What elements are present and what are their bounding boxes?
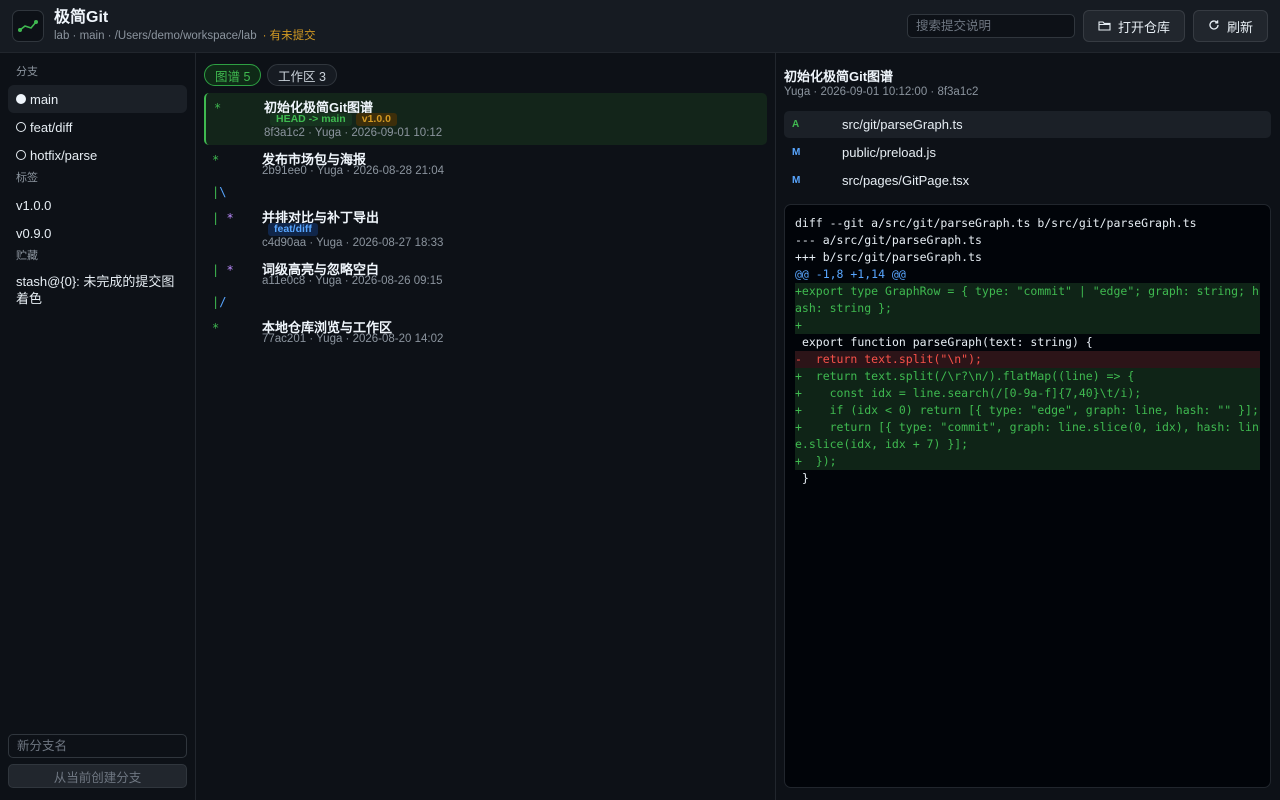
uncommitted-indicator: · 有未提交 bbox=[262, 30, 316, 42]
commit-meta: a11e0c8 · Yuga · 2026-08-26 09:15 bbox=[262, 275, 443, 287]
diff-added-line: +export type GraphRow = { type: "commit"… bbox=[795, 283, 1260, 317]
commit-graph-panel: 图谱 5 工作区 3 * 初始化极简Git图谱 HEAD -> main v1.… bbox=[196, 53, 776, 800]
diff-added-line: + return text.split(/\r?\n/).flatMap((li… bbox=[795, 368, 1260, 385]
app-title: 极简Git bbox=[54, 9, 109, 26]
branch-item-hotfix-parse[interactable]: hotfix/parse bbox=[8, 141, 187, 169]
diff-added-line: + }); bbox=[795, 453, 1260, 470]
head-ref-badge: HEAD -> main bbox=[270, 113, 352, 126]
refresh-button[interactable]: 刷新 bbox=[1192, 10, 1268, 42]
new-branch-input[interactable] bbox=[8, 734, 187, 758]
create-branch-button[interactable]: 从当前创建分支 bbox=[8, 764, 187, 788]
commit-row[interactable]: | * 词级高亮与忽略空白 a11e0c8 · Yuga · 2026-08-2… bbox=[204, 255, 767, 293]
diff-header-line: --- a/src/git/parseGraph.ts bbox=[795, 233, 982, 247]
tab-worktree[interactable]: 工作区 3 bbox=[267, 64, 337, 86]
commit-meta: 2b91ee0 · Yuga · 2026-08-28 21:04 bbox=[262, 165, 445, 177]
stash-section-label: 贮藏 bbox=[16, 250, 38, 262]
branch-item-feat-diff[interactable]: feat/diff bbox=[8, 113, 187, 141]
branch-item-main[interactable]: main bbox=[8, 85, 187, 113]
tab-graph[interactable]: 图谱 5 bbox=[204, 64, 262, 86]
file-status: M bbox=[792, 175, 801, 186]
file-path: src/git/parseGraph.ts bbox=[842, 117, 963, 132]
file-status: M bbox=[792, 147, 801, 158]
commit-row[interactable]: | * 并排对比与补丁导出 feat/diff c4d90aa · Yuga ·… bbox=[204, 203, 767, 255]
file-path: public/preload.js bbox=[842, 145, 936, 160]
detail-meta: Yuga · 2026-09-01 10:12:00 · 8f3a1c2 bbox=[784, 86, 979, 98]
refresh-label: 刷新 bbox=[1226, 19, 1253, 35]
commit-meta: 8f3a1c2 · Yuga · 2026-09-01 10:12 bbox=[264, 127, 443, 139]
branch-name: main bbox=[30, 91, 59, 107]
app-header: 极简Git lab · main · /Users/demo/workspace… bbox=[0, 0, 1280, 53]
diff-hunk-header: @@ -1,8 +1,14 @@ bbox=[795, 267, 906, 281]
folder-icon bbox=[1098, 19, 1111, 34]
diff-header-line: diff --git a/src/git/parseGraph.ts b/src… bbox=[795, 216, 1197, 230]
diff-added-line: + if (idx < 0) return [{ type: "edge", g… bbox=[795, 402, 1260, 419]
commit-detail-panel: 初始化极简Git图谱 Yuga · 2026-09-01 10:12:00 · … bbox=[776, 53, 1280, 800]
app-logo-icon bbox=[12, 10, 44, 42]
tag-name: v0.9.0 bbox=[16, 225, 52, 241]
detail-title: 初始化极简Git图谱 bbox=[784, 69, 894, 84]
file-path: src/pages/GitPage.tsx bbox=[842, 173, 970, 188]
diff-header-line: +++ b/src/git/parseGraph.ts bbox=[795, 250, 982, 264]
branch-dot-icon bbox=[16, 150, 26, 160]
diff-context-line: } bbox=[795, 471, 809, 485]
branch-name: feat/diff bbox=[30, 119, 73, 135]
commit-row[interactable]: * 发布市场包与海报 2b91ee0 · Yuga · 2026-08-28 2… bbox=[204, 145, 767, 183]
diff-added-line: + return [{ type: "commit", graph: line.… bbox=[795, 419, 1260, 453]
repo-path: lab · main · /Users/demo/workspace/lab bbox=[54, 30, 257, 42]
graph-symbol: * bbox=[212, 321, 220, 335]
diff-added-line: + bbox=[795, 317, 1260, 334]
graph-symbol: * bbox=[214, 101, 222, 115]
branch-badge: feat/diff bbox=[268, 223, 318, 236]
tags-section-label: 标签 bbox=[16, 172, 38, 184]
open-repo-button[interactable]: 打开仓库 bbox=[1082, 10, 1185, 42]
repo-context: lab · main · /Users/demo/workspace/lab · … bbox=[54, 29, 316, 43]
commit-search-input[interactable] bbox=[906, 14, 1075, 38]
tag-item-v1-0-0[interactable]: v1.0.0 bbox=[8, 191, 187, 219]
commit-meta: 77ac201 · Yuga · 2026-08-20 14:02 bbox=[262, 333, 444, 345]
changed-file-item[interactable]: M src/pages/GitPage.tsx bbox=[784, 167, 1271, 194]
branches-section-label: 分支 bbox=[16, 66, 38, 78]
diff-context-line: export function parseGraph(text: string)… bbox=[795, 335, 1093, 349]
stash-item[interactable]: stash@{0}: 未完成的提交图着色 bbox=[16, 273, 186, 307]
sidebar: 分支 main feat/diff hotfix/parse 标签 v1.0.0… bbox=[0, 53, 196, 800]
changed-file-item[interactable]: M public/preload.js bbox=[784, 139, 1271, 166]
diff-added-line: + const idx = line.search(/[0-9a-f]{7,40… bbox=[795, 385, 1260, 402]
graph-merge-edge: |/ bbox=[212, 295, 227, 309]
changed-file-item[interactable]: A src/git/parseGraph.ts bbox=[784, 111, 1271, 138]
refresh-icon bbox=[1208, 19, 1220, 34]
tag-name: v1.0.0 bbox=[16, 197, 52, 213]
graph-symbol: | * bbox=[212, 263, 234, 277]
tag-badge: v1.0.0 bbox=[355, 113, 397, 126]
branch-name: hotfix/parse bbox=[30, 147, 98, 163]
diff-removed-line: - return text.split("\n"); bbox=[795, 351, 1260, 368]
commit-row[interactable]: * 初始化极简Git图谱 HEAD -> main v1.0.0 8f3a1c2… bbox=[204, 93, 767, 145]
graph-symbol: | * bbox=[212, 211, 234, 225]
open-repo-label: 打开仓库 bbox=[1117, 19, 1170, 35]
diff-view[interactable]: diff --git a/src/git/parseGraph.ts b/src… bbox=[784, 204, 1271, 788]
branch-dot-icon bbox=[16, 122, 26, 132]
current-branch-dot-icon bbox=[16, 94, 26, 104]
commit-row[interactable]: * 本地仓库浏览与工作区 77ac201 · Yuga · 2026-08-20… bbox=[204, 313, 767, 351]
graph-fork-edge: |\ bbox=[212, 185, 227, 199]
graph-symbol: * bbox=[212, 153, 220, 167]
commit-meta: c4d90aa · Yuga · 2026-08-27 18:33 bbox=[262, 237, 444, 249]
tag-item-v0-9-0[interactable]: v0.9.0 bbox=[8, 219, 187, 247]
file-status: A bbox=[792, 119, 800, 130]
